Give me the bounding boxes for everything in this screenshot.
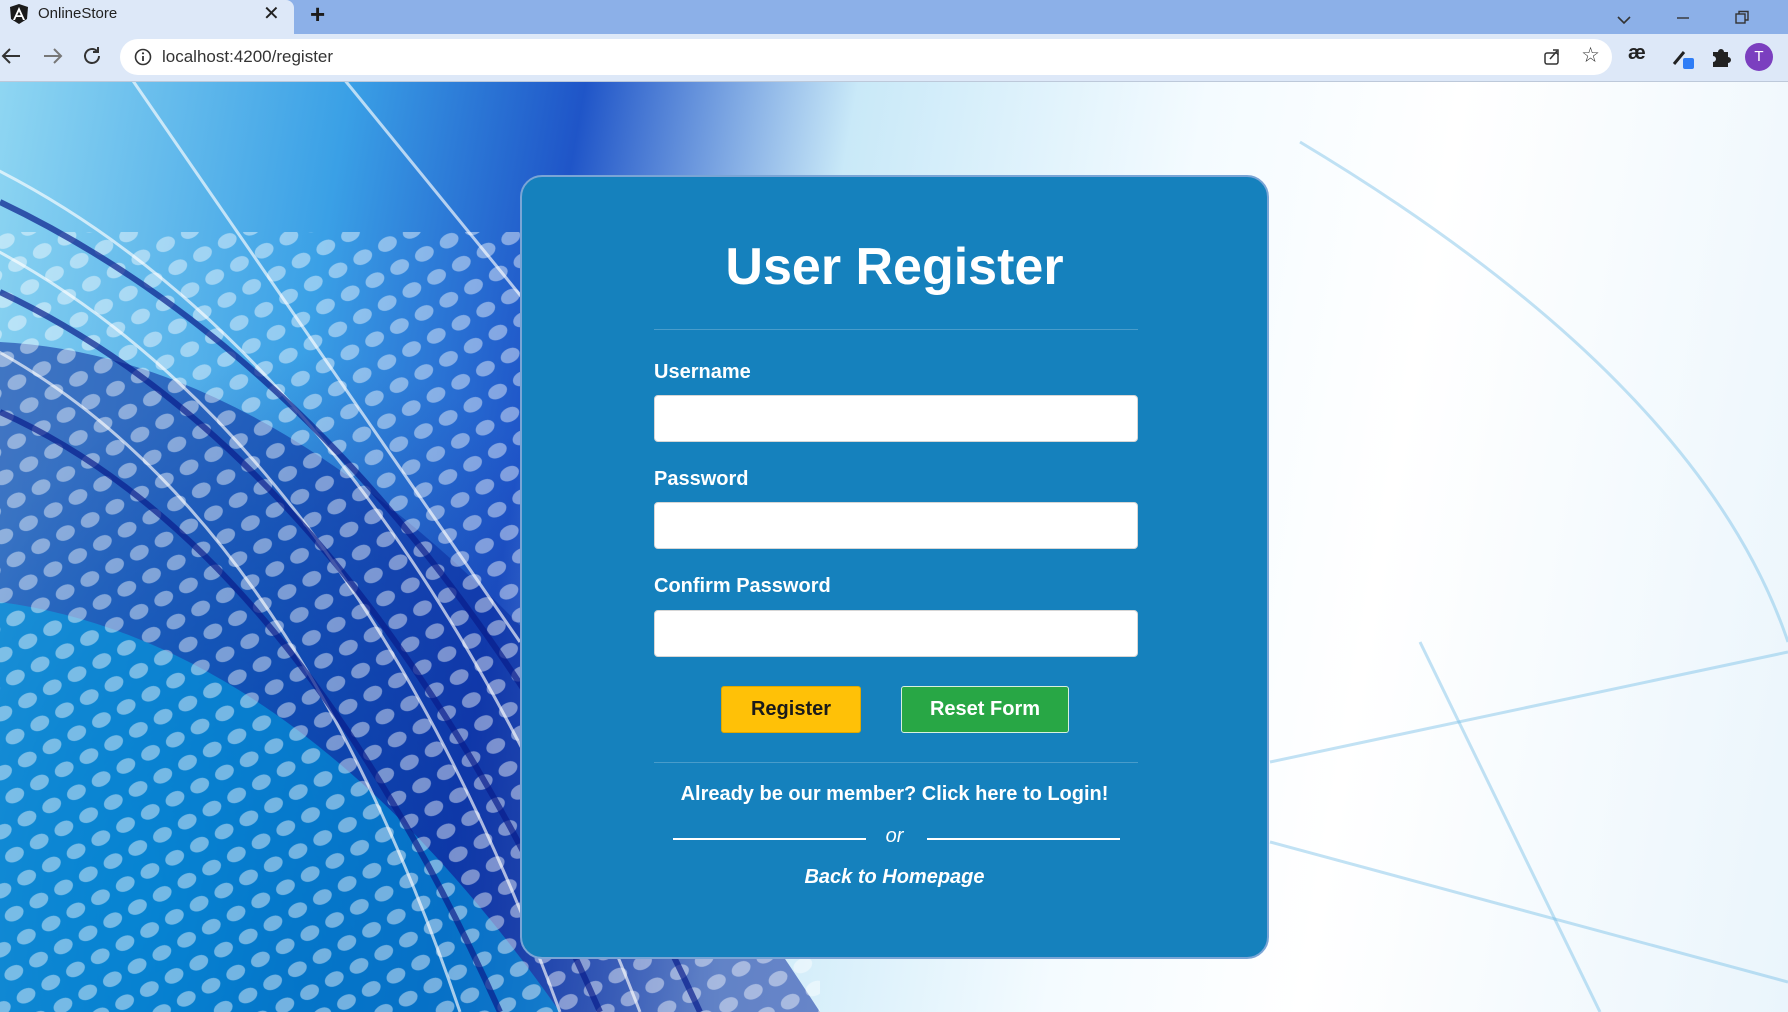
reset-form-button[interactable]: Reset Form [901,686,1069,733]
divider [654,329,1138,330]
browser-toolbar: localhost:4200/register ☆ æ T [0,34,1788,82]
password-label: Password [654,468,749,490]
or-text: or [885,825,904,847]
extension-icon[interactable] [1670,44,1696,70]
confirm-password-input[interactable] [654,610,1138,657]
close-tab-icon[interactable]: ✕ [263,2,280,26]
password-input[interactable] [654,502,1138,549]
login-link[interactable]: Already be our member? Click here to Log… [522,783,1267,806]
back-to-homepage-link[interactable]: Back to Homepage [522,866,1267,889]
minimize-icon[interactable] [1675,4,1691,32]
chevron-down-icon[interactable] [1616,6,1632,34]
new-tab-plus-icon[interactable]: + [310,0,325,28]
divider [654,762,1138,763]
tab-title: OnlineStore [38,5,118,22]
tab-onlinestore[interactable]: OnlineStore ✕ [0,0,294,34]
register-card: User Register Username Password Confirm … [520,175,1269,959]
reload-icon[interactable] [80,44,104,68]
puzzle-icon[interactable] [1708,44,1734,70]
extension-ae-icon[interactable]: æ [1628,42,1646,65]
forward-icon[interactable] [40,44,64,68]
restore-icon[interactable] [1734,4,1750,32]
page-background: User Register Username Password Confirm … [0,82,1788,1012]
angular-favicon-icon [10,4,28,24]
url-text[interactable]: localhost:4200/register [162,47,333,67]
or-divider-right [927,838,1120,840]
info-icon[interactable] [134,48,152,66]
star-icon[interactable]: ☆ [1581,45,1600,67]
back-icon[interactable] [0,44,24,68]
share-icon[interactable] [1542,47,1562,67]
profile-avatar[interactable]: T [1745,43,1773,71]
address-bar[interactable]: localhost:4200/register ☆ [120,39,1612,75]
username-label: Username [654,361,751,383]
register-button[interactable]: Register [721,686,861,733]
page-title: User Register [725,238,1064,296]
tab-strip: OnlineStore ✕ + [0,0,1788,34]
username-input[interactable] [654,395,1138,442]
confirm-password-label: Confirm Password [654,575,831,597]
